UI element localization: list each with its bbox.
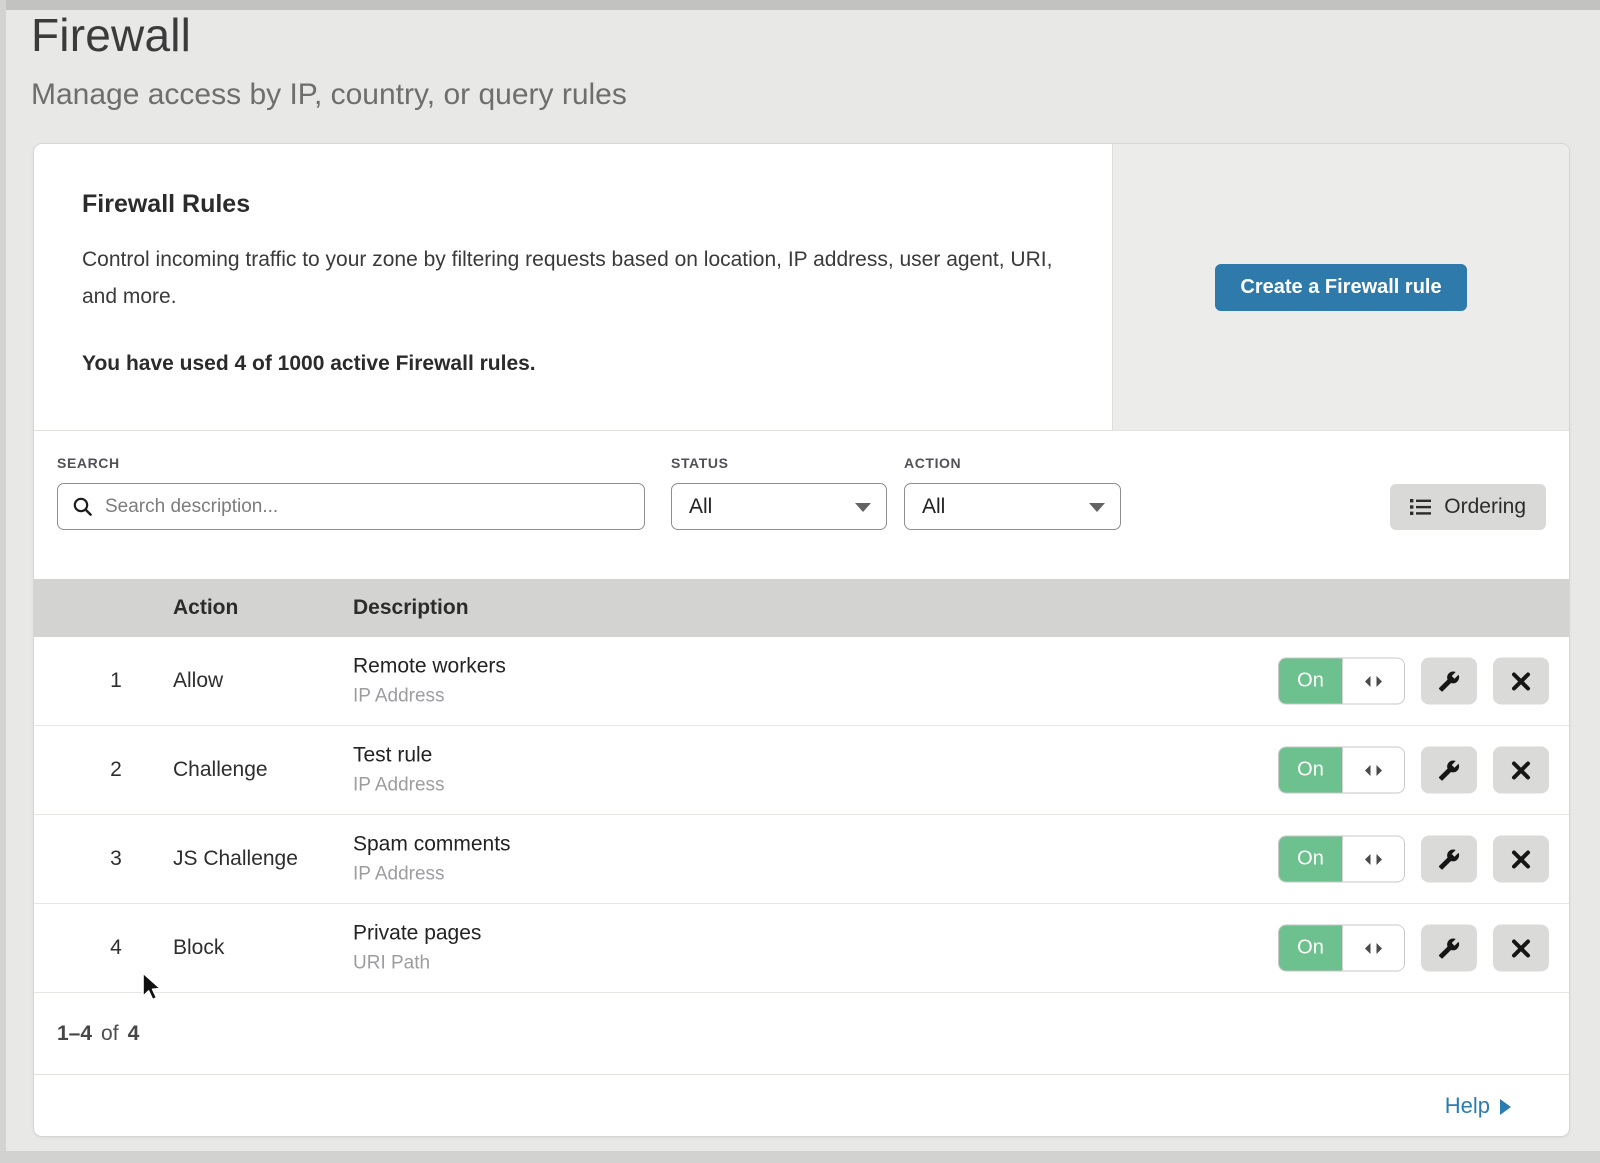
rule-description: Remote workers: [353, 655, 506, 679]
wrench-icon: [1438, 759, 1460, 781]
help-link-label: Help: [1445, 1093, 1490, 1119]
wrench-icon: [1438, 937, 1460, 959]
page-subtitle: Manage access by IP, country, or query r…: [31, 78, 627, 112]
filter-bar: SEARCH STATUS All ACTION All: [34, 432, 1569, 579]
rule-action-value: Allow: [173, 669, 223, 693]
delete-rule-button[interactable]: [1493, 658, 1549, 705]
rule-description-cell: Test rule IP Address: [353, 744, 445, 797]
edit-rule-button[interactable]: [1421, 925, 1477, 972]
create-firewall-rule-button[interactable]: Create a Firewall rule: [1215, 264, 1466, 311]
table-row: 3 JS Challenge Spam comments IP Address …: [34, 815, 1569, 904]
rule-priority-number: 1: [100, 669, 132, 693]
column-header-description: Description: [353, 579, 469, 637]
toggle-on-label: On: [1279, 748, 1342, 793]
window-edge-bottom: [0, 1151, 1600, 1163]
close-icon: [1511, 760, 1531, 780]
close-icon: [1511, 849, 1531, 869]
edit-rule-button[interactable]: [1421, 747, 1477, 794]
rule-controls: On: [1278, 747, 1549, 794]
rule-match-field: IP Address: [353, 686, 506, 708]
rule-action-value: Challenge: [173, 758, 268, 782]
rule-priority-number: 2: [100, 758, 132, 782]
table-row: 1 Allow Remote workers IP Address On: [34, 637, 1569, 726]
column-header-action: Action: [173, 579, 238, 637]
delete-rule-button[interactable]: [1493, 747, 1549, 794]
table-header: Action Description: [34, 579, 1569, 637]
chevron-down-icon: [1089, 503, 1105, 512]
section-description: Control incoming traffic to your zone by…: [82, 242, 1067, 316]
action-selected-value: All: [922, 495, 945, 519]
window-edge-top: [0, 0, 1600, 10]
cta-panel: Create a Firewall rule: [1112, 144, 1569, 430]
status-select[interactable]: All: [671, 483, 887, 530]
action-label: ACTION: [904, 455, 961, 471]
section-heading: Firewall Rules: [82, 190, 1067, 219]
rule-match-field: IP Address: [353, 864, 511, 886]
rule-description: Private pages: [353, 922, 481, 946]
list-icon: [1410, 498, 1432, 516]
rule-match-field: IP Address: [353, 775, 445, 797]
search-icon: [72, 496, 93, 517]
edit-rule-button[interactable]: [1421, 658, 1477, 705]
ordering-button-label: Ordering: [1444, 495, 1526, 519]
ordering-button[interactable]: Ordering: [1390, 484, 1546, 530]
pagination-status: 1–4 of 4: [57, 993, 139, 1074]
card-footer: Help: [34, 1074, 1569, 1136]
toggle-arrows-icon: [1342, 837, 1404, 882]
card-top-section: Firewall Rules Control incoming traffic …: [34, 144, 1569, 431]
rules-list: 1 Allow Remote workers IP Address On: [34, 637, 1569, 993]
toggle-on-label: On: [1279, 659, 1342, 704]
wrench-icon: [1438, 670, 1460, 692]
toggle-arrows-icon: [1342, 659, 1404, 704]
rule-priority-number: 3: [100, 847, 132, 871]
rule-enabled-toggle[interactable]: On: [1278, 747, 1405, 794]
delete-rule-button[interactable]: [1493, 836, 1549, 883]
rule-enabled-toggle[interactable]: On: [1278, 836, 1405, 883]
rule-action-value: JS Challenge: [173, 847, 298, 871]
toggle-on-label: On: [1279, 926, 1342, 971]
toggle-arrows-icon: [1342, 926, 1404, 971]
delete-rule-button[interactable]: [1493, 925, 1549, 972]
rule-description: Spam comments: [353, 833, 511, 857]
status-selected-value: All: [689, 495, 712, 519]
rule-controls: On: [1278, 836, 1549, 883]
pagination-of: of: [101, 1022, 119, 1046]
firewall-rules-card: Firewall Rules Control incoming traffic …: [33, 143, 1570, 1137]
close-icon: [1511, 938, 1531, 958]
close-icon: [1511, 671, 1531, 691]
rule-controls: On: [1278, 925, 1549, 972]
search-input[interactable]: [57, 483, 645, 530]
rule-description-cell: Spam comments IP Address: [353, 833, 511, 886]
rule-match-field: URI Path: [353, 953, 481, 975]
search-label: SEARCH: [57, 455, 120, 471]
table-row: 2 Challenge Test rule IP Address On: [34, 726, 1569, 815]
usage-note: You have used 4 of 1000 active Firewall …: [82, 352, 1067, 376]
rule-enabled-toggle[interactable]: On: [1278, 925, 1405, 972]
rule-priority-number: 4: [100, 936, 132, 960]
chevron-down-icon: [855, 503, 871, 512]
help-link[interactable]: Help: [1445, 1093, 1511, 1119]
search-field-wrap: [57, 483, 645, 530]
rule-action-value: Block: [173, 936, 224, 960]
rule-enabled-toggle[interactable]: On: [1278, 658, 1405, 705]
intro-block: Firewall Rules Control incoming traffic …: [82, 190, 1067, 376]
wrench-icon: [1438, 848, 1460, 870]
rule-description-cell: Remote workers IP Address: [353, 655, 506, 708]
pagination-range: 1–4: [57, 1022, 92, 1046]
rule-controls: On: [1278, 658, 1549, 705]
window-edge-left: [0, 0, 6, 1163]
status-label: STATUS: [671, 455, 729, 471]
table-row: 4 Block Private pages URI Path On: [34, 904, 1569, 993]
rule-description: Test rule: [353, 744, 445, 768]
edit-rule-button[interactable]: [1421, 836, 1477, 883]
arrow-right-icon: [1500, 1099, 1511, 1115]
action-select[interactable]: All: [904, 483, 1121, 530]
rule-description-cell: Private pages URI Path: [353, 922, 481, 975]
page-title: Firewall: [31, 8, 191, 62]
pagination-total: 4: [128, 1022, 140, 1046]
toggle-arrows-icon: [1342, 748, 1404, 793]
toggle-on-label: On: [1279, 837, 1342, 882]
